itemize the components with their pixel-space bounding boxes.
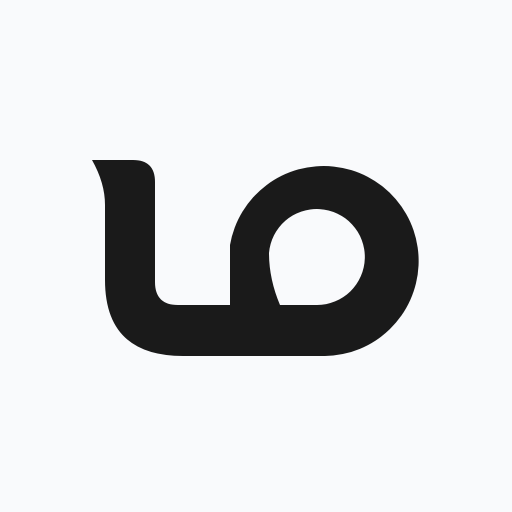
- logo-mark-shape: [0, 0, 512, 512]
- app-icon-canvas: [0, 0, 512, 512]
- logo-mark-icon: [0, 0, 512, 512]
